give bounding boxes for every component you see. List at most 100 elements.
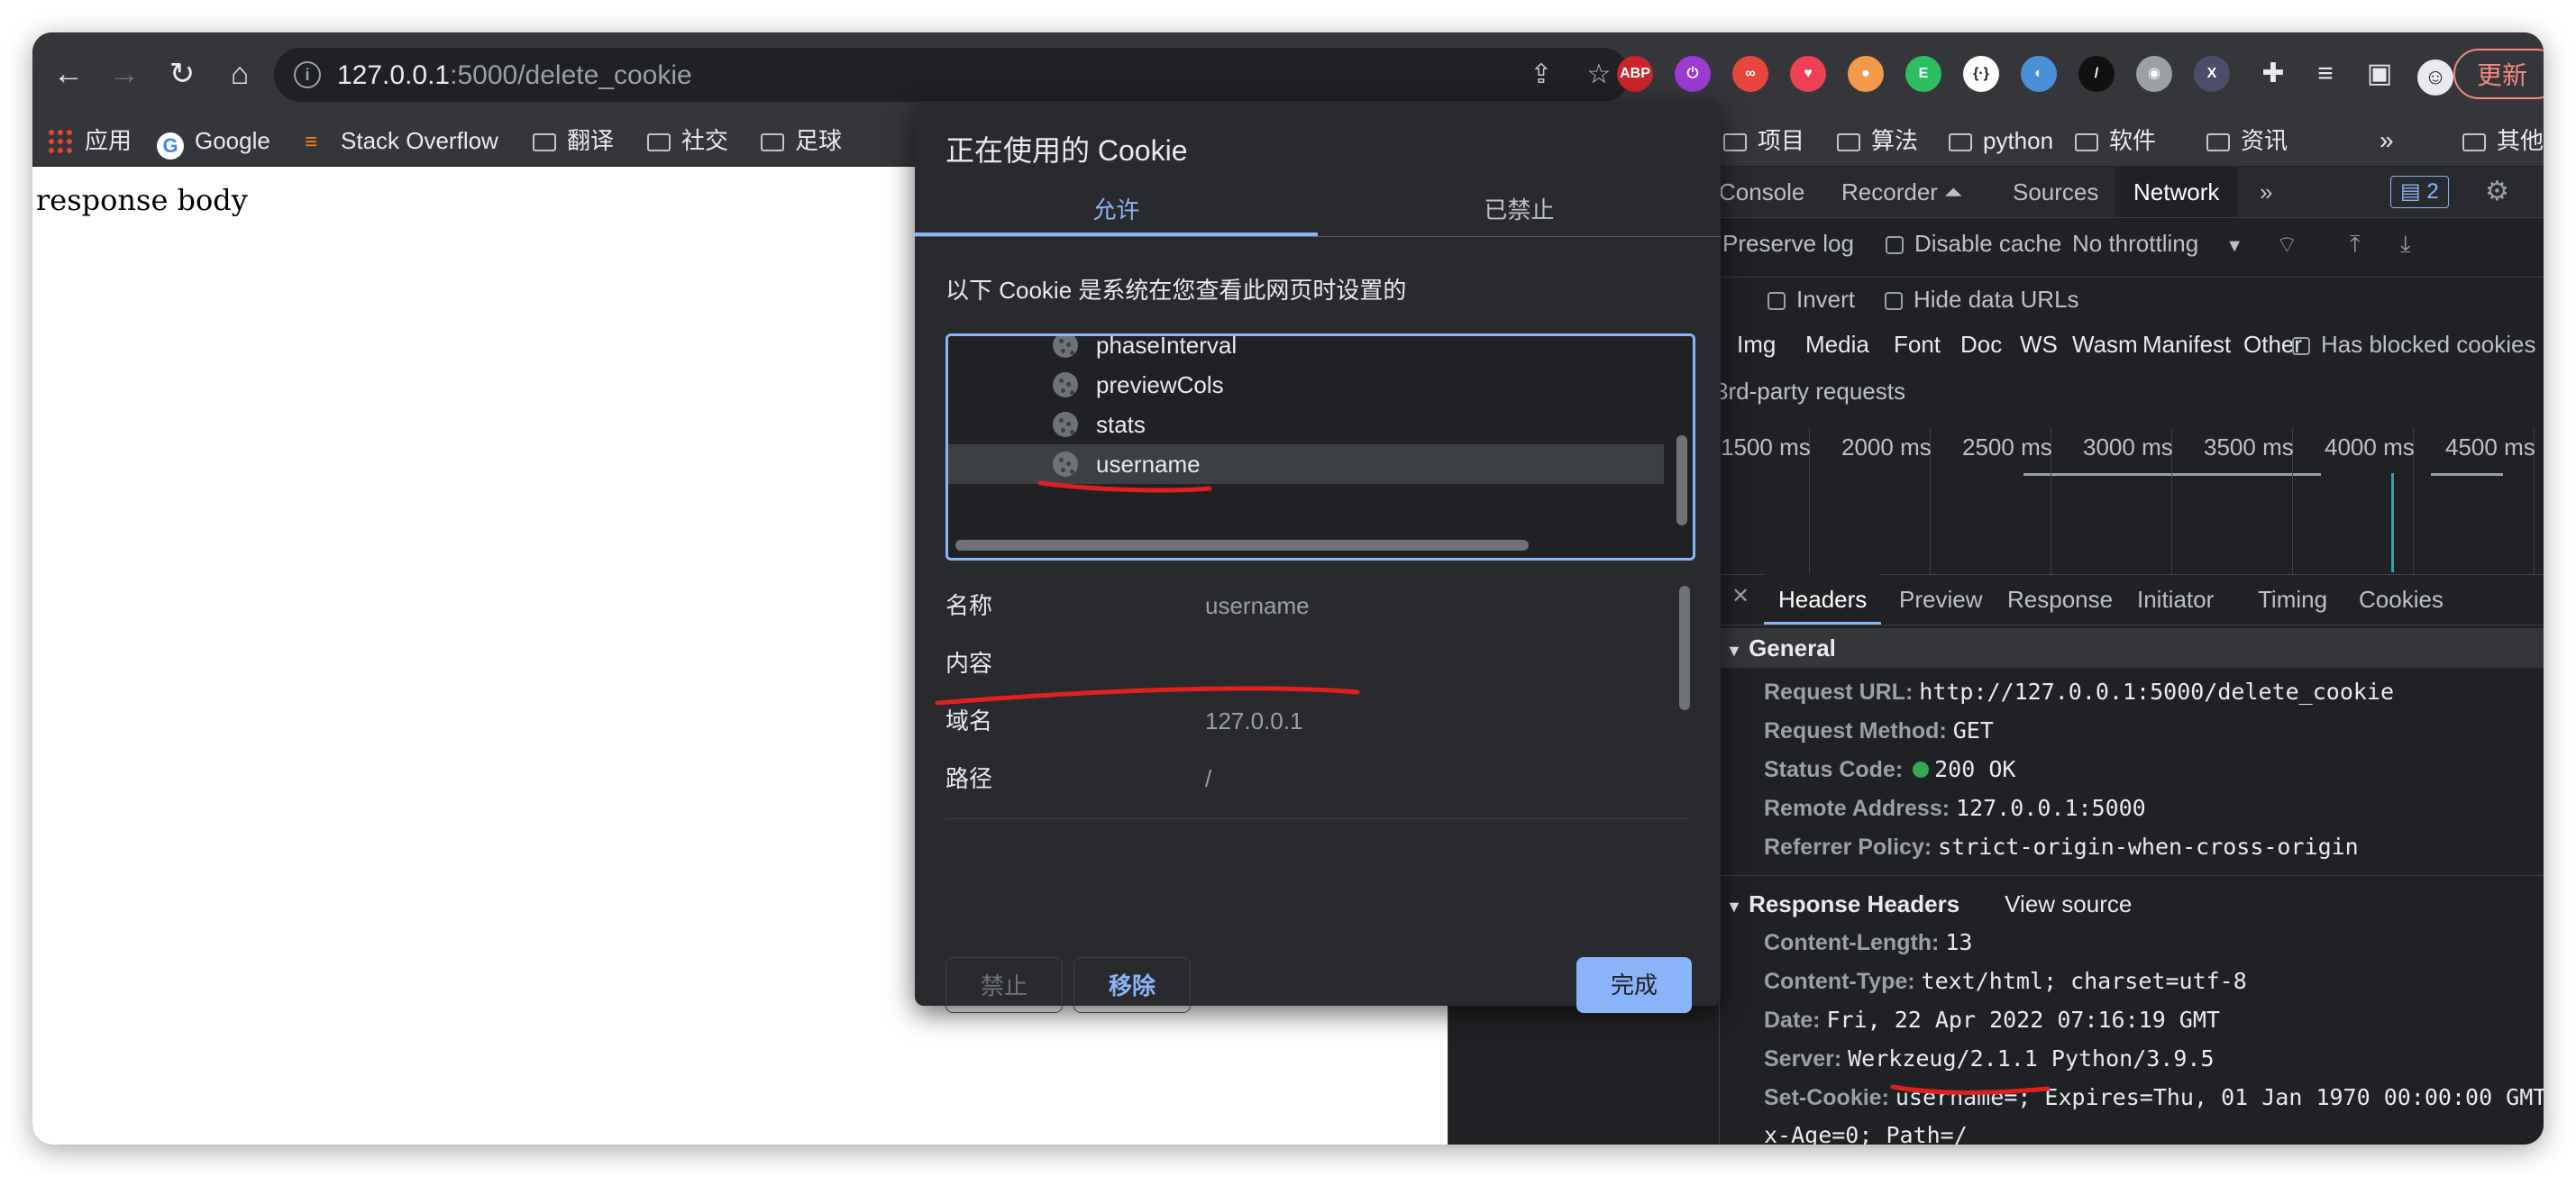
home-icon[interactable]: ⌂ — [216, 50, 263, 97]
reading-list-icon[interactable]: ≡ — [2302, 50, 2349, 97]
tab-allowed[interactable]: 允许 — [915, 184, 1318, 236]
dialog-tabs: 允许 已禁止 — [915, 184, 1721, 237]
feather-icon[interactable]: / — [2078, 56, 2115, 92]
bookmark-label: Stack Overflow — [341, 127, 498, 154]
code-icon[interactable]: {·} — [1963, 56, 1999, 92]
detail-scrollbar[interactable] — [1679, 586, 1690, 710]
bookmark-other[interactable]: 其他 — [2462, 124, 2544, 157]
browser-window: ← → ↻ ⌂ i 127.0.0.1:5000/delete_cookie ⇪… — [32, 32, 2544, 1145]
folder-icon — [1949, 133, 1972, 151]
bookmark-news[interactable]: 资讯 — [2206, 124, 2288, 157]
cookie-name: previewCols — [1096, 371, 1224, 398]
stackoverflow-icon: ≡ — [305, 130, 318, 154]
response-header-row: Content-Type: text/html; charset=utf-8 — [1764, 968, 2247, 995]
block-button[interactable]: 禁止 — [945, 957, 1063, 1013]
response-header-row: Set-Cookie: username=; Expires=Thu, 01 J… — [1764, 1084, 2544, 1111]
cookies-in-use-dialog: 正在使用的 Cookie 允许 已禁止 以下 Cookie 是系统在您查看此网页… — [915, 101, 1721, 1013]
cookie-name: phaseInterval — [1096, 333, 1238, 359]
bookmark-label: 资讯 — [2241, 127, 2288, 154]
cookie-detail-key: 路径 — [945, 765, 993, 792]
cookie-detail-row: 域名 127.0.0.1 — [945, 703, 1302, 736]
cookie-detail-value: username — [1205, 592, 1310, 619]
remove-button[interactable]: 移除 — [1073, 957, 1191, 1013]
cookie-detail-row: 名称 username — [945, 588, 1310, 621]
cookie-tree[interactable]: phaseInterval previewCols stats username — [945, 333, 1695, 561]
cookie-item-stats[interactable]: stats — [948, 405, 1664, 444]
cookie-detail-key: 域名 — [945, 707, 993, 734]
bookmark-translate[interactable]: 翻译 — [533, 124, 614, 157]
cookie-icon — [1053, 372, 1078, 397]
bookmarks-overflow-icon[interactable]: » — [2380, 124, 2394, 157]
cookie-item-username[interactable]: username — [948, 444, 1664, 484]
bookmark-label: 足球 — [795, 127, 843, 154]
folder-icon — [2075, 133, 2098, 151]
pocket-icon[interactable]: ♥ — [1790, 56, 1826, 92]
response-header-value: Werkzeug/2.1.1 Python/3.9.5 — [1848, 1045, 2215, 1072]
reload-icon[interactable]: ↻ — [159, 50, 206, 97]
cookie-detail-value: 127.0.0.1 — [1205, 707, 1303, 734]
bookmark-projects[interactable]: 项目 — [1723, 124, 1804, 157]
address-bar[interactable]: i 127.0.0.1:5000/delete_cookie ⇪ ☆ — [274, 48, 1630, 102]
bookmark-football[interactable]: 足球 — [761, 124, 842, 157]
response-header-value: 13 — [1945, 929, 1973, 955]
update-button[interactable]: 更新 — [2453, 49, 2544, 99]
bookmark-algorithms[interactable]: 算法 — [1837, 124, 1918, 157]
abp-icon[interactable]: ABP — [1617, 56, 1653, 92]
cookie-item-previewcols[interactable]: previewCols — [948, 365, 1664, 405]
share-icon[interactable]: ⇪ — [1525, 59, 1557, 91]
bookmark-google[interactable]: G Google — [157, 124, 270, 160]
response-header-key: Server: — [1764, 1046, 1849, 1072]
cookie-name: username — [1096, 451, 1201, 478]
url-text[interactable]: 127.0.0.1:5000/delete_cookie — [337, 60, 692, 91]
done-button[interactable]: 完成 — [1576, 957, 1692, 1013]
bookmark-software[interactable]: 软件 — [2075, 124, 2156, 157]
response-header-row: Server: Werkzeug/2.1.1 Python/3.9.5 — [1764, 1045, 2215, 1072]
dialog-title: 正在使用的 Cookie — [945, 134, 1188, 167]
response-header-value: username=; Expires=Thu, 01 Jan 1970 00:0… — [1895, 1084, 2544, 1110]
x-icon[interactable]: X — [2194, 56, 2230, 92]
tree-vertical-scrollbar[interactable] — [1676, 435, 1687, 525]
bookmark-stackoverflow[interactable]: ≡ Stack Overflow — [305, 124, 498, 157]
bookmark-star-icon[interactable]: ☆ — [1583, 59, 1615, 91]
bookmark-social[interactable]: 社交 — [647, 124, 728, 157]
cookie-detail-value: / — [1205, 765, 1212, 792]
forward-icon[interactable]: → — [101, 50, 148, 97]
response-header-key: Content-Length: — [1764, 930, 1946, 955]
set-cookie-continued: x-Age=0; Path=/ — [1764, 1122, 1968, 1145]
bookmark-label: 算法 — [1871, 127, 1919, 154]
response-header-key: Date: — [1764, 1008, 1827, 1033]
bookmark-apps[interactable]: 应用 — [47, 124, 132, 157]
cookie-detail-row: 内容 — [945, 645, 1205, 679]
shapes-icon[interactable]: ● — [1848, 56, 1884, 92]
extensions-puzzle-icon[interactable]: ✚ — [2250, 50, 2297, 97]
bookmark-label: 应用 — [85, 127, 132, 154]
evernote-icon[interactable]: E — [1905, 56, 1941, 92]
bookmark-label: 翻译 — [567, 127, 615, 154]
profile-avatar[interactable]: ☺ — [2412, 50, 2459, 97]
response-header-key: Content-Type: — [1764, 969, 1922, 994]
folder-icon — [761, 133, 784, 151]
bookmark-label: Google — [195, 127, 270, 154]
site-info-icon[interactable]: i — [294, 61, 321, 88]
response-header-row: Content-Length: 13 — [1764, 929, 1972, 956]
cookie-icon — [1053, 452, 1078, 477]
cookie-detail-key: 名称 — [945, 592, 993, 619]
color-icon[interactable]: ◐ — [2021, 56, 2057, 92]
cookie-item-phaseinterval[interactable]: phaseInterval — [948, 333, 1664, 365]
bookmark-label: 项目 — [1758, 127, 1805, 154]
bookmark-label: 软件 — [2109, 127, 2157, 154]
response-header-key: Set-Cookie: — [1764, 1085, 1895, 1110]
cookie-name: stats — [1096, 411, 1146, 438]
tab-blocked[interactable]: 已禁止 — [1318, 184, 1721, 236]
camera-icon[interactable]: ◉ — [2136, 56, 2172, 92]
tree-horizontal-scrollbar[interactable] — [955, 540, 1529, 551]
power-icon[interactable]: ⏻ — [1675, 56, 1711, 92]
folder-icon — [533, 133, 556, 151]
response-header-row: Date: Fri, 22 Apr 2022 07:16:19 GMT — [1764, 1007, 2220, 1034]
infinity-icon[interactable]: ∞ — [1732, 56, 1768, 92]
back-icon[interactable]: ← — [45, 50, 92, 97]
side-panel-icon[interactable]: ▣ — [2356, 50, 2403, 97]
bookmark-python[interactable]: python — [1949, 124, 2053, 157]
cookie-icon — [1053, 336, 1078, 358]
folder-icon — [1723, 133, 1747, 151]
